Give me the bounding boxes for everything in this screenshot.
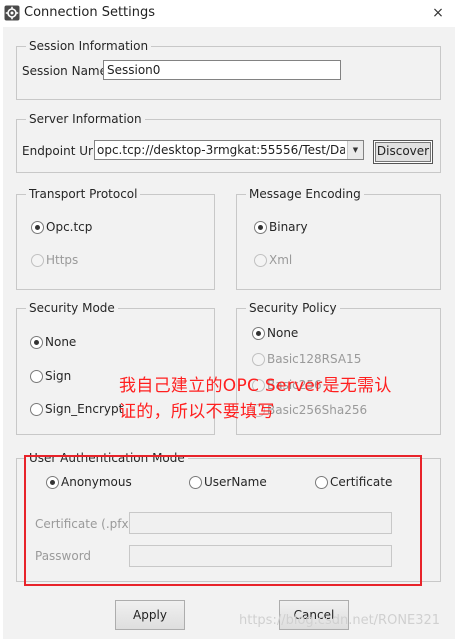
annotation-line-2: 证的，所以不要填写 xyxy=(119,402,275,422)
https-label: Https xyxy=(46,253,79,267)
title-bar: Connection Settings × xyxy=(0,0,459,27)
security-policy-none-label[interactable]: None xyxy=(267,326,298,340)
xml-label: Xml xyxy=(269,253,293,267)
sign-encrypt-radio[interactable] xyxy=(30,403,43,416)
dialog-client-area: Session Information Session Name Session… xyxy=(3,27,455,639)
binary-label[interactable]: Binary xyxy=(269,220,308,234)
session-information-legend: Session Information xyxy=(26,38,152,54)
endpoint-url-combobox[interactable]: opc.tcp://desktop-3rmgkat:55556/Test/Dat… xyxy=(94,140,364,160)
server-information-legend: Server Information xyxy=(26,111,145,127)
transport-protocol-legend: Transport Protocol xyxy=(26,186,141,202)
security-mode-legend: Security Mode xyxy=(26,300,118,316)
dropdown-arrow-icon[interactable]: ▼ xyxy=(347,141,363,159)
session-information-group: Session Information Session Name Session… xyxy=(16,38,441,100)
annotation-highlight-box xyxy=(24,455,422,586)
opc-tcp-radio[interactable] xyxy=(31,221,44,234)
xml-radio xyxy=(254,254,267,267)
sign-encrypt-label[interactable]: Sign_Encrypt xyxy=(45,402,123,416)
https-radio xyxy=(31,254,44,267)
window-title: Connection Settings xyxy=(24,5,156,20)
annotation-line-1: 我自己建立的OPC Server是无需认 xyxy=(119,376,392,396)
endpoint-url-label: Endpoint Url xyxy=(22,144,97,158)
message-encoding-group: Message Encoding Binary Xml xyxy=(236,186,441,290)
session-name-input[interactable]: Session0 xyxy=(103,60,341,80)
security-mode-none-radio[interactable] xyxy=(30,336,43,349)
transport-protocol-group: Transport Protocol Opc.tcp Https xyxy=(16,186,215,290)
security-mode-none-label[interactable]: None xyxy=(45,335,76,349)
basic128rsa15-radio xyxy=(252,353,265,366)
endpoint-url-value: opc.tcp://desktop-3rmgkat:55556/Test/Dat… xyxy=(97,143,345,157)
basic128rsa15-label: Basic128RSA15 xyxy=(267,352,362,366)
binary-radio[interactable] xyxy=(254,221,267,234)
security-policy-legend: Security Policy xyxy=(246,300,340,316)
sign-label[interactable]: Sign xyxy=(45,369,71,383)
annotation-text: 我自己建立的OPC Server是无需认 证的，所以不要填写 xyxy=(119,373,392,425)
settings-gear-icon xyxy=(4,5,20,21)
close-button[interactable]: × xyxy=(428,3,448,23)
session-name-label: Session Name xyxy=(22,64,108,78)
opc-tcp-label[interactable]: Opc.tcp xyxy=(46,220,92,234)
watermark: https://blog.csdn.net/RONE321 xyxy=(239,613,441,628)
apply-button[interactable]: Apply xyxy=(115,600,185,630)
discover-button[interactable]: Discover xyxy=(373,140,433,164)
message-encoding-legend: Message Encoding xyxy=(246,186,364,202)
sign-radio[interactable] xyxy=(30,370,43,383)
security-policy-none-radio[interactable] xyxy=(252,327,265,340)
server-information-group: Server Information Endpoint Url opc.tcp:… xyxy=(16,111,441,173)
